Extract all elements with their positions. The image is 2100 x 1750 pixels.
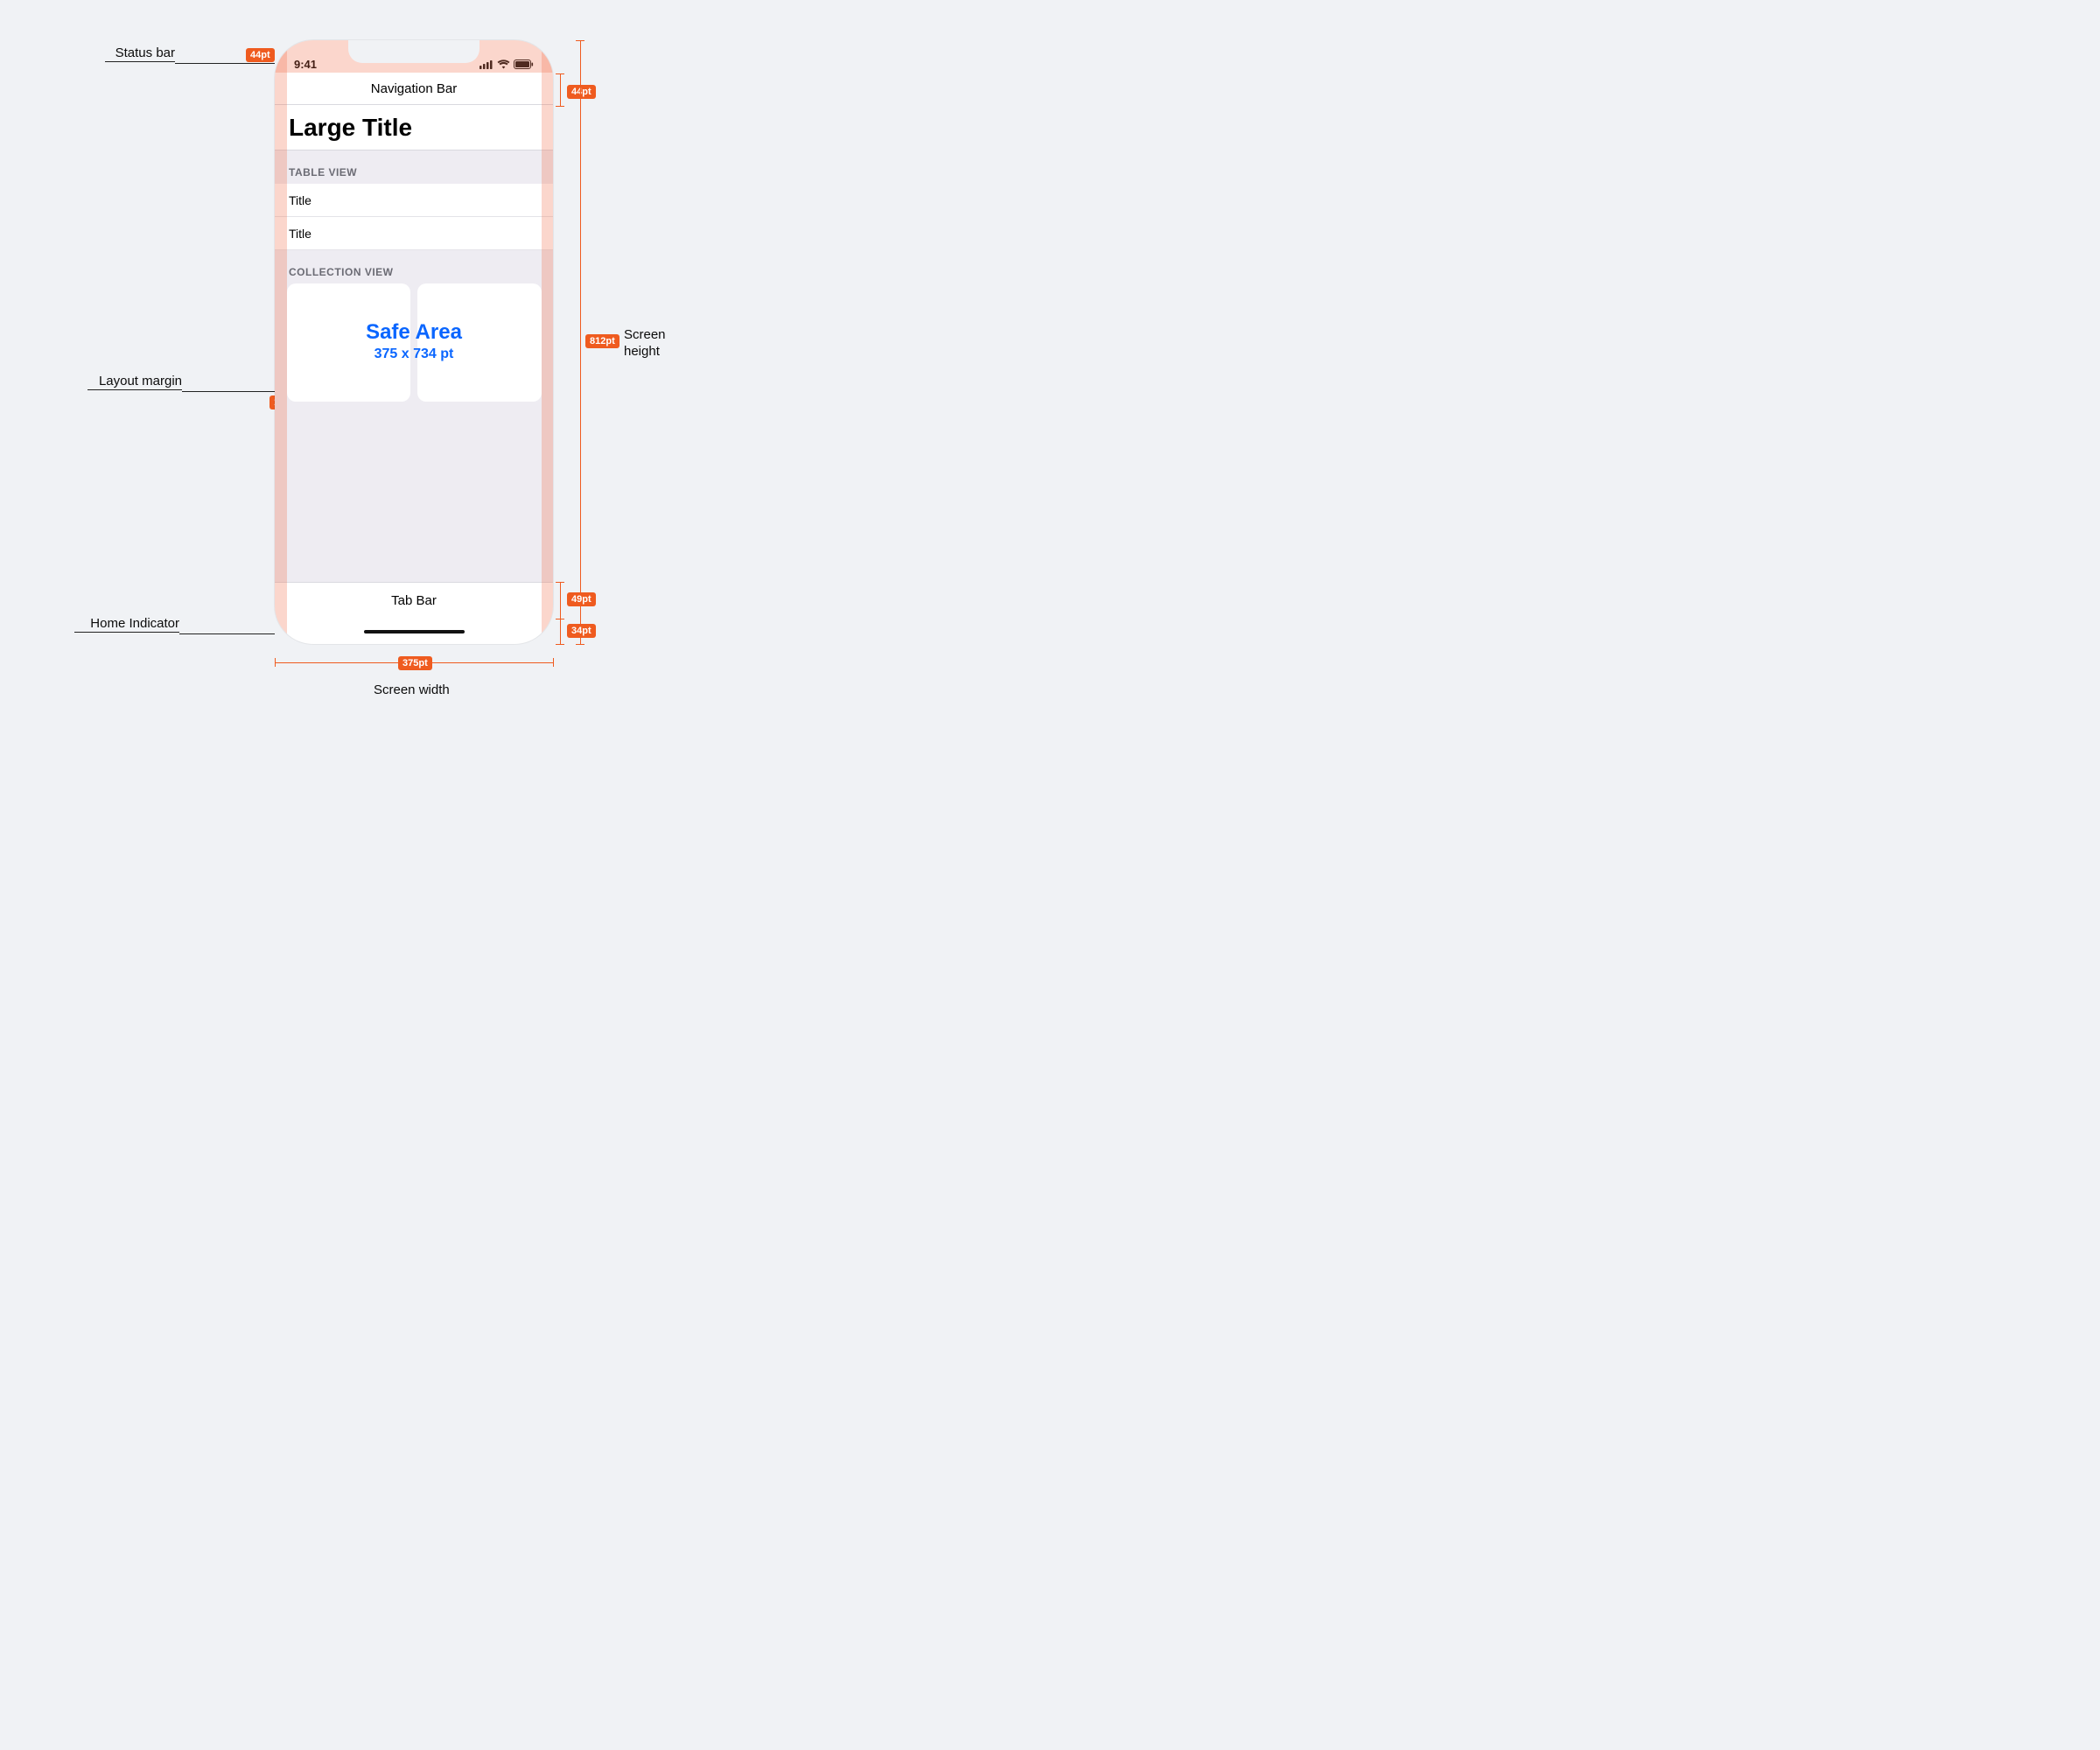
dim-tick-navbar-bot bbox=[556, 106, 564, 107]
content-area: TABLE VIEW Title Title COLLECTION VIEW bbox=[275, 150, 553, 582]
table-row[interactable]: Title bbox=[275, 217, 553, 250]
label-screen-width: Screen width bbox=[374, 682, 450, 699]
dim-tick-sh-top bbox=[576, 40, 584, 41]
dim-nav-bar: 44pt bbox=[567, 85, 596, 99]
home-indicator[interactable] bbox=[364, 630, 465, 634]
dim-tick-tabbar-top bbox=[556, 582, 564, 583]
tab-bar: Tab Bar bbox=[275, 582, 553, 619]
label-layout-margin: Layout margin bbox=[88, 374, 182, 390]
label-screen-height: Screen height bbox=[624, 327, 666, 360]
dim-line-navbar bbox=[560, 74, 561, 106]
status-bar-time: 9:41 bbox=[294, 58, 317, 73]
large-title-bar: Large Title bbox=[275, 105, 553, 150]
leader-layout-margin bbox=[182, 391, 275, 392]
wifi-icon bbox=[497, 60, 510, 69]
dim-tick-sw-right bbox=[553, 658, 554, 667]
phone-frame: Safe Area 375 x 734 pt 9:41 Navigation B… bbox=[275, 40, 553, 644]
dim-status-bar: 44pt bbox=[246, 48, 275, 62]
battery-icon bbox=[514, 60, 534, 69]
safe-area-title: Safe Area bbox=[366, 320, 462, 345]
dim-screen-height: 812pt bbox=[585, 334, 620, 348]
table-row[interactable]: Title bbox=[275, 184, 553, 217]
dim-line-screen-height bbox=[580, 40, 581, 644]
cellular-icon bbox=[480, 60, 494, 69]
large-title-text: Large Title bbox=[289, 114, 412, 142]
dim-screen-width: 375pt bbox=[398, 656, 432, 670]
dim-line-homeind bbox=[560, 619, 561, 644]
navigation-bar-title: Navigation Bar bbox=[371, 81, 457, 96]
collection-view-header: COLLECTION VIEW bbox=[275, 250, 553, 284]
label-home-indicator: Home Indicator bbox=[74, 616, 179, 633]
notch bbox=[348, 40, 480, 63]
label-status-bar: Status bar bbox=[105, 46, 175, 62]
leader-status-bar bbox=[175, 63, 275, 64]
table-view-header: TABLE VIEW bbox=[275, 150, 553, 184]
dim-line-tabbar bbox=[560, 582, 561, 619]
dim-tick-sw-left bbox=[275, 658, 276, 667]
safe-area-label: Safe Area 375 x 734 pt bbox=[366, 320, 462, 362]
dim-tick-homeind-bot bbox=[556, 644, 564, 645]
tab-bar-title: Tab Bar bbox=[391, 593, 437, 608]
table-row-title: Title bbox=[289, 193, 312, 207]
dim-home-indicator: 34pt bbox=[567, 624, 596, 638]
navigation-bar: Navigation Bar bbox=[275, 73, 553, 105]
dim-tick-sh-bot bbox=[576, 644, 584, 645]
table-row-title: Title bbox=[289, 227, 312, 241]
home-indicator-area bbox=[275, 619, 553, 644]
dim-tab-bar: 49pt bbox=[567, 592, 596, 606]
safe-area-dims: 375 x 734 pt bbox=[366, 346, 462, 362]
